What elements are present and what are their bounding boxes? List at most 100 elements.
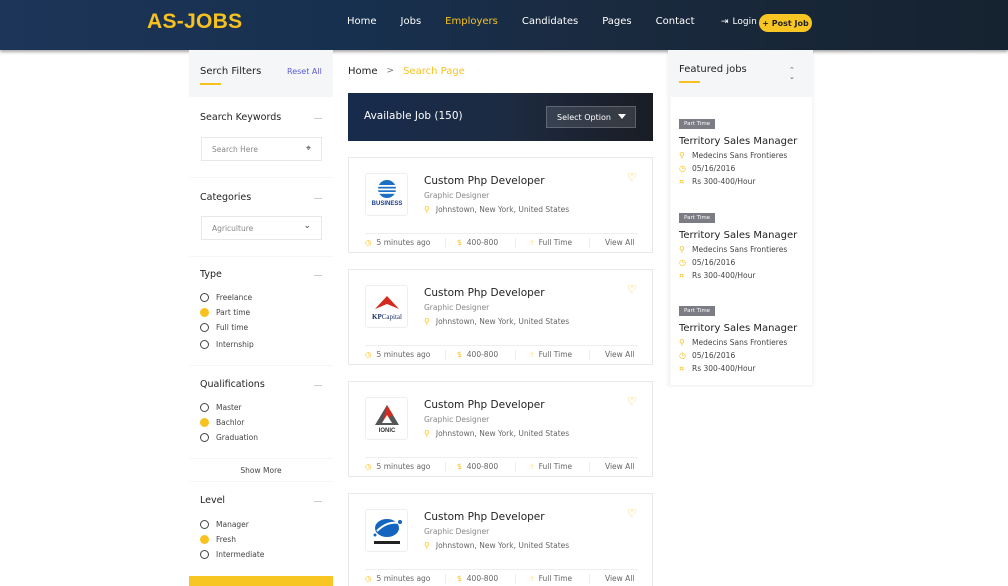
type-option-internship[interactable]: Internship [200, 340, 254, 349]
view-all-link[interactable]: View All [605, 462, 634, 471]
nav-candidates[interactable]: Candidates [522, 16, 578, 27]
qual-option-graduation[interactable]: Graduation [200, 433, 258, 442]
company-logo: BUSINESS [365, 173, 408, 216]
map-pin-icon: ⚲ [679, 338, 685, 347]
divider [445, 238, 446, 248]
job-card[interactable]: IONIC Custom Php Developer Graphic Desig… [348, 381, 653, 477]
carousel-arrows: ⌃ ⌄ [789, 67, 795, 81]
job-card[interactable]: KPCapital Custom Php Developer Graphic D… [348, 269, 653, 365]
thumbs-up-icon: ☝ [529, 350, 534, 359]
featured-job-title[interactable]: Territory Sales Manager [679, 323, 797, 334]
divider [589, 238, 590, 248]
location-text: Johnstown, New York, United States [435, 317, 570, 326]
divider [445, 574, 446, 584]
nav-employers[interactable]: Employers [445, 16, 498, 27]
show-more-button[interactable]: Show More [189, 466, 333, 475]
map-pin-icon: ⚲ [424, 205, 430, 214]
dollar-icon: $ [457, 574, 462, 583]
type-option-full-time[interactable]: Full time [200, 323, 248, 332]
radio-button[interactable] [200, 323, 209, 332]
job-subtitle: Graphic Designer [424, 415, 490, 424]
view-all-link[interactable]: View All [605, 574, 634, 583]
nav-jobs[interactable]: Jobs [401, 16, 422, 27]
heart-icon[interactable]: ♡ [627, 171, 637, 184]
nav-pages[interactable]: Pages [602, 16, 631, 27]
job-type-badge: Part Time [679, 306, 716, 316]
radio-button-selected[interactable] [200, 535, 209, 544]
collapse-icon[interactable] [314, 118, 322, 119]
level-option-fresh[interactable]: Fresh [200, 535, 236, 544]
locate-icon[interactable]: ⌖ [306, 144, 311, 154]
type-panel: Type Freelance Part time Full time Inter… [189, 257, 333, 365]
caret-down-icon [618, 114, 626, 119]
posted-time: ◷ 5 minutes ago [365, 238, 430, 247]
job-title[interactable]: Custom Php Developer [424, 175, 545, 187]
salary: $400-800 [457, 350, 498, 359]
collapse-icon[interactable] [314, 198, 322, 199]
dollar-icon: $ [457, 238, 462, 247]
nav-contact[interactable]: Contact [656, 16, 695, 27]
login-label: Login [732, 17, 757, 27]
view-all-link[interactable]: View All [605, 350, 634, 359]
level-option-intermediate[interactable]: Intermediate [200, 550, 264, 559]
job-card[interactable]: Custom Php Developer Graphic Designer ⚲ J… [348, 493, 653, 586]
heart-icon[interactable]: ♡ [627, 283, 637, 296]
reset-all-link[interactable]: Reset All [287, 67, 322, 76]
sort-select[interactable]: Select Option [546, 106, 636, 128]
chevron-down-icon[interactable]: ⌄ [789, 74, 795, 81]
category-select[interactable]: Agriculture ⌄ [201, 216, 322, 240]
radio-button[interactable] [200, 293, 209, 302]
divider [589, 574, 590, 584]
nav-home[interactable]: Home [347, 16, 377, 27]
heart-icon[interactable]: ♡ [627, 507, 637, 520]
type-option-freelance[interactable]: Freelance [200, 293, 252, 302]
posted-time: ◷ 5 minutes ago [365, 350, 430, 359]
level-panel: Level Manager Fresh Intermediate [189, 482, 333, 576]
job-title[interactable]: Custom Php Developer [424, 511, 545, 523]
option-label: Graduation [216, 433, 258, 442]
view-all-link[interactable]: View All [605, 238, 634, 247]
job-card[interactable]: BUSINESS Custom Php Developer Graphic De… [348, 157, 653, 253]
featured-job-item[interactable]: Part Time Territory Sales Manager ⚲ Medec… [679, 297, 797, 373]
heart-icon[interactable]: ♡ [627, 395, 637, 408]
dollar-icon: $ [457, 350, 462, 359]
site-logo[interactable]: AS-JOBS [147, 10, 242, 34]
post-job-button[interactable]: + Post Job [759, 14, 812, 32]
type-option-part-time[interactable]: Part time [200, 308, 250, 317]
qual-option-master[interactable]: Master [200, 403, 242, 412]
level-show-more-button[interactable] [189, 576, 333, 586]
collapse-icon[interactable] [314, 385, 322, 386]
radio-button[interactable] [200, 403, 209, 412]
job-type-badge: Part Time [679, 119, 716, 129]
radio-button[interactable] [200, 433, 209, 442]
radio-button[interactable] [200, 340, 209, 349]
featured-job-title[interactable]: Territory Sales Manager [679, 136, 797, 147]
job-title[interactable]: Custom Php Developer [424, 287, 545, 299]
radio-button[interactable] [200, 550, 209, 559]
clock-icon: ◷ [365, 462, 372, 471]
job-location: ⚲ Johnstown, New York, United States [424, 317, 569, 326]
collapse-icon[interactable] [314, 501, 322, 502]
divider [515, 574, 516, 584]
login-link[interactable]: ⇥ Login [721, 17, 757, 27]
show-more-row: Show More [189, 459, 333, 481]
featured-job-title[interactable]: Territory Sales Manager [679, 230, 797, 241]
pay-text: Rs 300-400/Hour [692, 177, 756, 186]
breadcrumb-home[interactable]: Home [348, 66, 378, 77]
posted-text: 5 minutes ago [376, 574, 431, 583]
job-title[interactable]: Custom Php Developer [424, 399, 545, 411]
featured-job-item[interactable]: Part Time Territory Sales Manager ⚲ Medec… [679, 110, 797, 186]
salary: $400-800 [457, 574, 498, 583]
company-text: Medecins Sans Frontieres [692, 338, 788, 347]
radio-button-selected[interactable] [200, 308, 209, 317]
radio-button[interactable] [200, 520, 209, 529]
collapse-icon[interactable] [314, 275, 322, 276]
company-text: Medecins Sans Frontieres [692, 151, 788, 160]
radio-button-selected[interactable] [200, 418, 209, 427]
salary-text: 400-800 [466, 574, 499, 583]
level-option-manager[interactable]: Manager [200, 520, 249, 529]
keyword-search-input[interactable]: Search Here ⌖ [201, 137, 322, 161]
qual-option-bachlor[interactable]: Bachlor [200, 418, 244, 427]
featured-job-item[interactable]: Part Time Territory Sales Manager ⚲ Medec… [679, 204, 797, 280]
job-location: ⚲ Johnstown, New York, United States [424, 541, 569, 550]
